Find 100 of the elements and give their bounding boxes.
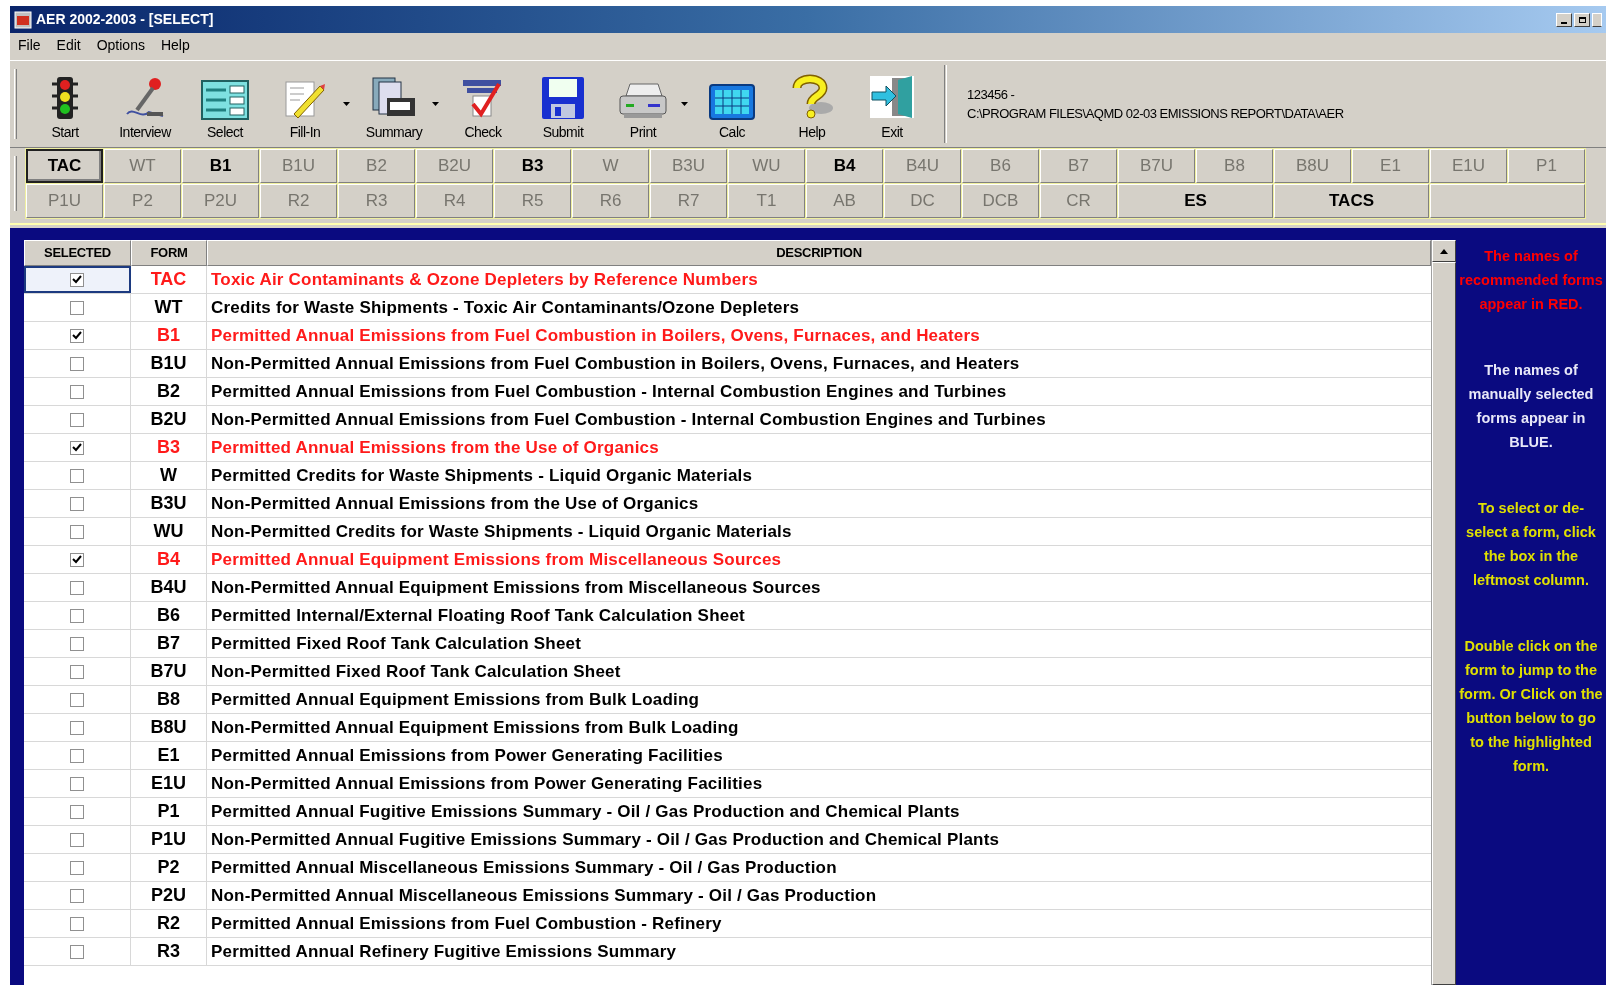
form-button[interactable]: P1U	[26, 184, 103, 218]
checkbox[interactable]	[70, 300, 84, 315]
form-button[interactable]: B6	[962, 149, 1039, 183]
form-button[interactable]: W	[572, 149, 649, 183]
table-cell: B4	[131, 546, 207, 573]
checkbox[interactable]	[70, 384, 84, 399]
form-button[interactable]: R2	[260, 184, 337, 218]
table-cell[interactable]	[24, 266, 131, 293]
checkbox[interactable]	[70, 496, 84, 511]
checkbox[interactable]	[70, 804, 84, 819]
form-button[interactable]: R3	[338, 184, 415, 218]
menu-item[interactable]: Edit	[56, 35, 81, 56]
blank-button[interactable]	[1430, 184, 1585, 218]
toolbar-button[interactable]: Summary	[354, 65, 434, 143]
checkbox[interactable]	[70, 916, 84, 931]
checkbox[interactable]	[70, 748, 84, 763]
checkbox[interactable]	[70, 328, 84, 343]
form-button[interactable]: WU	[728, 149, 805, 183]
checkbox[interactable]	[70, 720, 84, 735]
form-button[interactable]: P2U	[182, 184, 259, 218]
close-button[interactable]	[1592, 12, 1602, 27]
help-text: The names of recommended forms appear in RED.	[1459, 247, 1603, 314]
checkmark-icon	[72, 275, 82, 284]
restore-button[interactable]	[1574, 12, 1590, 27]
menu-item[interactable]: Options	[96, 35, 145, 56]
toolbar-button[interactable]: Calc	[692, 65, 772, 143]
table-cell-text: Non-Permitted Annual Miscellaneous Emissions Summary - Oil / Gas Production	[210, 884, 878, 907]
form-button[interactable]: R4	[416, 184, 493, 218]
dropdown-caret-icon[interactable]	[432, 102, 439, 106]
form-button[interactable]: AB	[806, 184, 883, 218]
checkbox[interactable]	[70, 944, 84, 959]
toolbar-button[interactable]: Print	[603, 65, 683, 143]
traffic-light-icon	[50, 76, 80, 120]
form-button[interactable]: E1U	[1430, 149, 1507, 183]
form-button[interactable]: B8	[1196, 149, 1273, 183]
form-button[interactable]: B7	[1040, 149, 1117, 183]
dropdown-caret-icon[interactable]	[343, 102, 350, 106]
menu-item[interactable]: File	[18, 35, 41, 56]
form-button[interactable]: WT	[104, 149, 181, 183]
form-button[interactable]: B7U	[1118, 149, 1195, 183]
checkbox[interactable]	[70, 692, 84, 707]
menu-item[interactable]: Help	[160, 35, 190, 56]
checkbox[interactable]	[70, 776, 84, 791]
checkbox[interactable]	[70, 664, 84, 679]
form-button[interactable]: B1	[182, 149, 259, 183]
table-cell-text: Non-Permitted Fixed Roof Tank Calculation Sheet	[210, 660, 622, 683]
toolbar-button[interactable]: Fill-In	[265, 65, 345, 143]
table-cell-text: Non-Permitted Annual Emissions from Power Generating Facilities	[210, 772, 764, 795]
toolbar-button[interactable]: Check	[443, 65, 523, 143]
checkbox[interactable]	[70, 412, 84, 427]
form-button[interactable]: TACS	[1274, 184, 1429, 218]
form-button[interactable]: P2	[104, 184, 181, 218]
toolbar-button[interactable]: Help	[772, 65, 852, 143]
checkbox[interactable]	[70, 580, 84, 595]
form-button[interactable]: P1	[1508, 149, 1585, 183]
form-button[interactable]: DCB	[962, 184, 1039, 218]
table-cell-text: Permitted Annual Equipment Emissions from Bulk Loading	[210, 688, 701, 711]
toolbar-button[interactable]: Start	[25, 65, 105, 143]
checkbox[interactable]	[70, 552, 84, 567]
form-button[interactable]: B8U	[1274, 149, 1351, 183]
form-button[interactable]: ES	[1118, 184, 1273, 218]
form-button[interactable]: E1	[1352, 149, 1429, 183]
form-button[interactable]: DC	[884, 184, 961, 218]
form-button[interactable]: B2	[338, 149, 415, 183]
table-cell-text: Non-Permitted Annual Emissions from Fuel Combustion in Boilers, Ovens, Furnaces, and Heaters	[210, 352, 1021, 375]
help-text: To select or de-select a form, click the box in the leftmost column.	[1465, 499, 1597, 590]
scroll-up-button[interactable]	[1432, 240, 1456, 262]
checkbox[interactable]	[70, 272, 84, 287]
column-header[interactable]: FORM	[131, 240, 207, 266]
checkbox[interactable]	[70, 636, 84, 651]
form-button[interactable]: R5	[494, 184, 571, 218]
file-path-text: C:\PROGRAM FILES\AQMD 02-03 EMISSIONS REPORT\DATA\AER	[967, 105, 1344, 123]
form-button[interactable]: B3U	[650, 149, 727, 183]
toolbar-button[interactable]: Exit	[852, 65, 932, 143]
column-header[interactable]: SELECTED	[24, 240, 131, 266]
form-button[interactable]: B3	[494, 149, 571, 183]
minimize-button[interactable]	[1556, 12, 1572, 27]
form-button[interactable]: R6	[572, 184, 649, 218]
toolbar-button[interactable]: Interview	[105, 65, 185, 143]
form-button[interactable]: TAC	[26, 149, 103, 183]
toolbar-button[interactable]: Submit	[523, 65, 603, 143]
form-button[interactable]: CR	[1040, 184, 1117, 218]
form-button[interactable]: R7	[650, 184, 727, 218]
form-button[interactable]: B4	[806, 149, 883, 183]
checkbox[interactable]	[70, 608, 84, 623]
checkbox[interactable]	[70, 860, 84, 875]
checkbox[interactable]	[70, 468, 84, 483]
checkbox[interactable]	[70, 440, 84, 455]
form-button[interactable]: B4U	[884, 149, 961, 183]
checkbox[interactable]	[70, 888, 84, 903]
column-header[interactable]: DESCRIPTION	[207, 240, 1431, 266]
checkbox[interactable]	[70, 832, 84, 847]
dropdown-caret-icon[interactable]	[681, 102, 688, 106]
form-button[interactable]: B2U	[416, 149, 493, 183]
checkbox[interactable]	[70, 524, 84, 539]
checkbox[interactable]	[70, 356, 84, 371]
form-button[interactable]: T1	[728, 184, 805, 218]
table-cell-text: Permitted Annual Refinery Fugitive Emissions Summary	[210, 940, 678, 963]
form-button[interactable]: B1U	[260, 149, 337, 183]
toolbar-button[interactable]: Select	[185, 65, 265, 143]
